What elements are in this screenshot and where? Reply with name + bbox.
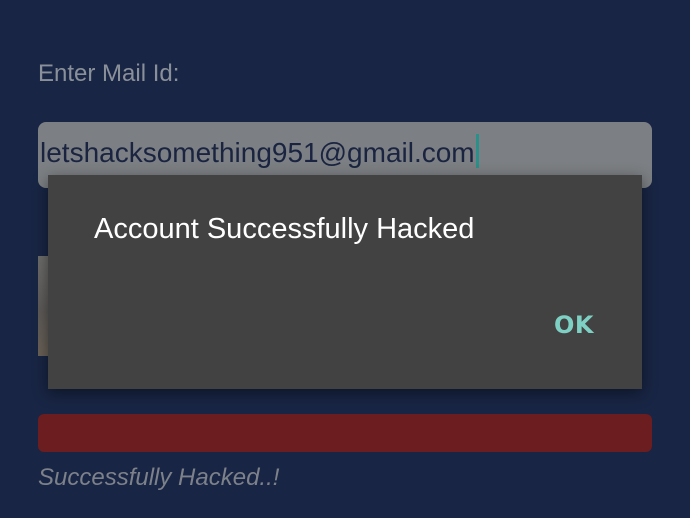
- text-cursor: [475, 134, 479, 168]
- ok-button[interactable]: OK: [554, 311, 594, 339]
- status-text: Successfully Hacked..!: [38, 464, 280, 491]
- mail-id-value: letshacksomething951@gmail.com: [40, 137, 475, 168]
- dialog-message: Account Successfully Hacked: [94, 213, 475, 245]
- alert-dialog: Account Successfully Hacked OK: [48, 175, 642, 389]
- mail-id-label: Enter Mail Id:: [38, 60, 180, 87]
- progress-bar: [38, 414, 652, 452]
